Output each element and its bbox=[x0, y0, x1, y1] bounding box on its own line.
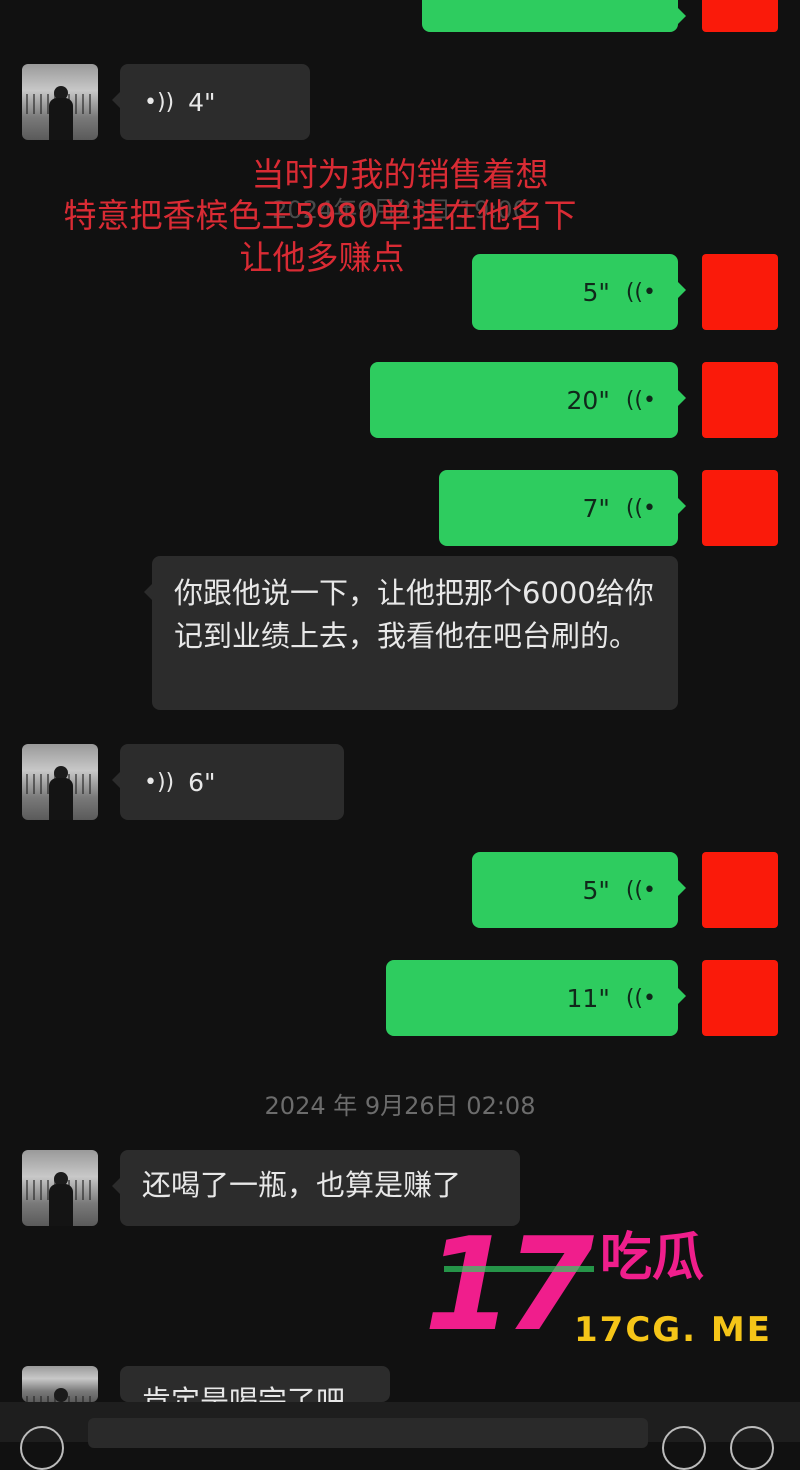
incoming-voice-bubble[interactable]: ((• 4" bbox=[112, 64, 310, 140]
voice-wave-icon: ((• bbox=[625, 279, 656, 305]
contact-avatar[interactable] bbox=[22, 744, 98, 820]
watermark-url: 17CG. ME bbox=[574, 1310, 772, 1350]
voice-wave-icon: ((• bbox=[625, 495, 656, 521]
outgoing-voice-bubble[interactable]: 5" ((• bbox=[472, 852, 686, 928]
voice-transcript-bubble[interactable]: 你跟他说一下，让他把那个6000给你记到业绩上去，我看他在吧台刷的。 bbox=[144, 556, 678, 710]
incoming-text-bubble-partial[interactable]: 肯定是喝完了吧 了了吖 bbox=[120, 1366, 390, 1402]
overlay-caption-line1: 当时为我的销售着想 bbox=[251, 155, 549, 194]
voice-wave-icon: ((• bbox=[625, 985, 656, 1011]
contact-avatar[interactable] bbox=[22, 1150, 98, 1226]
voice-toggle-button[interactable] bbox=[20, 1426, 64, 1470]
outgoing-voice-bubble[interactable]: 20" ((• bbox=[370, 362, 686, 438]
sender-avatar[interactable] bbox=[702, 254, 778, 330]
sender-avatar[interactable] bbox=[702, 960, 778, 1036]
outgoing-voice-bubble-partial[interactable] bbox=[422, 0, 686, 32]
incoming-voice-bubble[interactable]: ((• 6" bbox=[112, 744, 344, 820]
voice-wave-icon: ((• bbox=[625, 877, 656, 903]
transcript-text: 你跟他说一下，让他把那个6000给你记到业绩上去，我看他在吧台刷的。 bbox=[174, 576, 654, 653]
outgoing-voice-bubble[interactable]: 5" ((• bbox=[472, 254, 686, 330]
voice-duration: 20" bbox=[566, 385, 610, 415]
sender-avatar[interactable] bbox=[702, 362, 778, 438]
emoji-button[interactable] bbox=[662, 1426, 706, 1470]
outgoing-voice-bubble[interactable]: 7" ((• bbox=[439, 470, 686, 546]
voice-wave-icon: ((• bbox=[144, 89, 175, 115]
watermark-underline bbox=[444, 1266, 594, 1272]
voice-duration: 6" bbox=[188, 767, 216, 797]
contact-avatar[interactable] bbox=[22, 1366, 98, 1402]
voice-duration: 5" bbox=[582, 277, 610, 307]
message-text: 还喝了一瓶，也算是赚了 bbox=[142, 1168, 462, 1202]
message-input[interactable] bbox=[88, 1418, 648, 1448]
sender-avatar[interactable] bbox=[702, 470, 778, 546]
voice-duration: 5" bbox=[582, 875, 610, 905]
outgoing-voice-bubble[interactable]: 11" ((• bbox=[386, 960, 686, 1036]
chat-timestamp: 2024 年 9月26日 02:08 bbox=[264, 1092, 536, 1120]
message-text: 肯定是喝完了吧 了了吖 bbox=[142, 1384, 346, 1402]
sender-avatar[interactable] bbox=[702, 0, 778, 32]
voice-duration: 4" bbox=[188, 87, 216, 117]
watermark-logo-digits: 17 bbox=[424, 1211, 594, 1360]
voice-wave-icon: ((• bbox=[625, 387, 656, 413]
voice-duration: 7" bbox=[582, 493, 610, 523]
contact-avatar[interactable] bbox=[22, 64, 98, 140]
overlay-caption-line2: 特意把香槟色王5980单挂在他名下 bbox=[63, 196, 577, 235]
sender-avatar[interactable] bbox=[702, 852, 778, 928]
voice-wave-icon: ((• bbox=[144, 769, 175, 795]
watermark-logo-chinese: 吃瓜 bbox=[600, 1228, 705, 1288]
more-button[interactable] bbox=[730, 1426, 774, 1470]
voice-duration: 11" bbox=[566, 983, 610, 1013]
